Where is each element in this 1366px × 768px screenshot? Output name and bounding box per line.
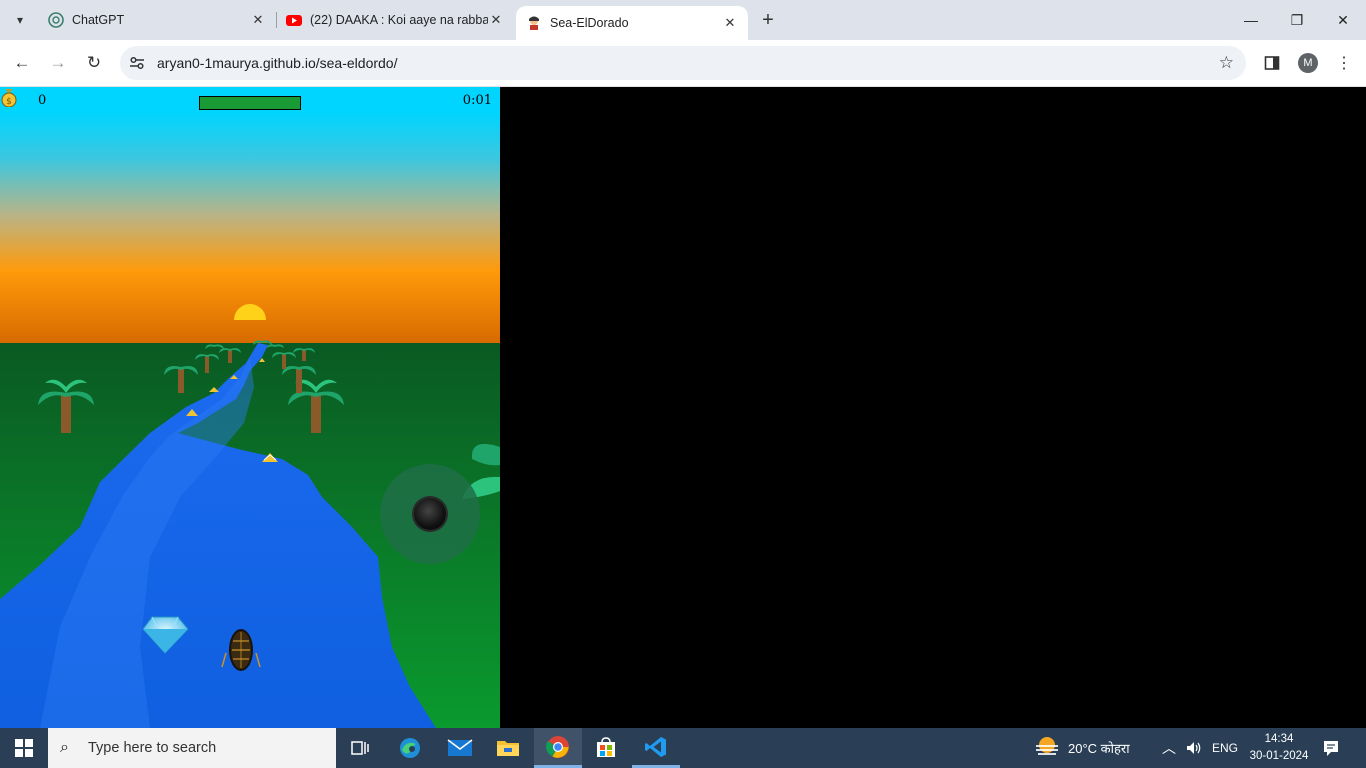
close-tab-icon[interactable]: ✕ [250,12,266,28]
clock-date: 30-01-2024 [1249,750,1309,762]
site-settings-icon[interactable] [128,54,146,72]
browser-tab-strip: ▾ ChatGPT ✕ (22) DAAKA : Koi aaye na rab… [0,0,1366,40]
edge-browser-icon[interactable] [386,728,434,768]
side-panel-icon[interactable] [1258,49,1286,77]
task-view-icon[interactable] [336,728,384,768]
game-scene [0,87,500,728]
show-hidden-icons-chevron-icon[interactable]: ︿ [1162,728,1176,768]
url-text: aryan0-1maurya.github.io/sea-eldordo/ [157,55,398,71]
close-window-button[interactable]: ✕ [1320,0,1366,40]
menu-kebab-icon[interactable]: ⋮ [1330,49,1358,77]
mail-icon[interactable] [436,728,484,768]
input-language[interactable]: ENG [1212,728,1238,768]
system-clock[interactable]: 14:34 30-01-2024 [1244,731,1314,765]
clock-time: 14:34 [1264,733,1294,745]
back-arrow-icon[interactable]: ← [8,49,36,77]
address-bar[interactable]: aryan0-1maurya.github.io/sea-eldordo/ ☆ [120,46,1246,80]
game-timer: 0:01 [462,93,492,108]
bookmark-star-icon[interactable]: ☆ [1219,53,1234,73]
minimize-button[interactable]: — [1228,0,1274,40]
coin-count: 0 [38,93,47,108]
youtube-icon [286,12,302,28]
virtual-joystick[interactable] [380,464,480,564]
health-bar-fill [200,97,300,109]
page-viewport: $ 0 0:01 [0,87,1366,728]
restore-button[interactable]: ❐ [1274,0,1320,40]
notifications-icon[interactable] [1322,728,1340,768]
avatar: M [1298,53,1318,73]
weather-widget[interactable]: 20°C कोहरा [1034,728,1130,768]
joystick-knob[interactable] [414,498,446,530]
tab-title: ChatGPT [72,13,125,27]
search-placeholder: Type here to search [88,740,217,756]
windows-start-icon[interactable] [0,728,48,768]
svg-text:$: $ [6,97,12,107]
reload-icon[interactable]: ↻ [80,49,108,77]
tab-title: (22) DAAKA : Koi aaye na rabba [310,13,488,27]
close-tab-icon[interactable]: ✕ [488,12,504,28]
sea-eldorado-icon [526,15,542,31]
file-explorer-icon[interactable] [484,728,532,768]
weather-text: 20°C कोहरा [1068,741,1130,756]
tab-title: Sea-ElDorado [550,16,629,30]
forward-arrow-icon[interactable]: → [44,49,72,77]
game-hud: $ 0 0:01 [0,87,500,115]
microsoft-store-icon[interactable] [582,728,630,768]
tab-sea-eldorado[interactable]: Sea-ElDorado ✕ [516,6,748,40]
chatgpt-icon [48,12,64,28]
money-bag-icon: $ [1,89,17,107]
health-bar [199,96,301,110]
empty-page-area [500,87,1366,728]
language-label: ENG [1212,741,1239,755]
search-icon: ⌕ [60,739,69,756]
windows-taskbar: ⌕ Type here to search 20°C कोहरा ︿ ENG 1… [0,728,1366,768]
volume-icon[interactable] [1186,728,1202,768]
close-tab-icon[interactable]: ✕ [722,15,738,31]
new-tab-button[interactable]: + [756,8,780,32]
tab-chatgpt[interactable]: ChatGPT ✕ [38,0,276,40]
tab-search-chevron-icon[interactable]: ▾ [8,8,32,32]
chrome-icon[interactable] [534,728,582,768]
weather-fog-icon [1034,736,1060,761]
profile-avatar[interactable]: M [1294,49,1322,77]
tab-youtube[interactable]: (22) DAAKA : Koi aaye na rabba ✕ [276,0,514,40]
taskbar-search-box[interactable]: ⌕ Type here to search [48,728,336,768]
vscode-icon[interactable] [632,728,680,768]
game-canvas[interactable]: $ 0 0:01 [0,87,500,728]
browser-toolbar: ← → ↻ aryan0-1maurya.github.io/sea-eldor… [0,40,1366,87]
